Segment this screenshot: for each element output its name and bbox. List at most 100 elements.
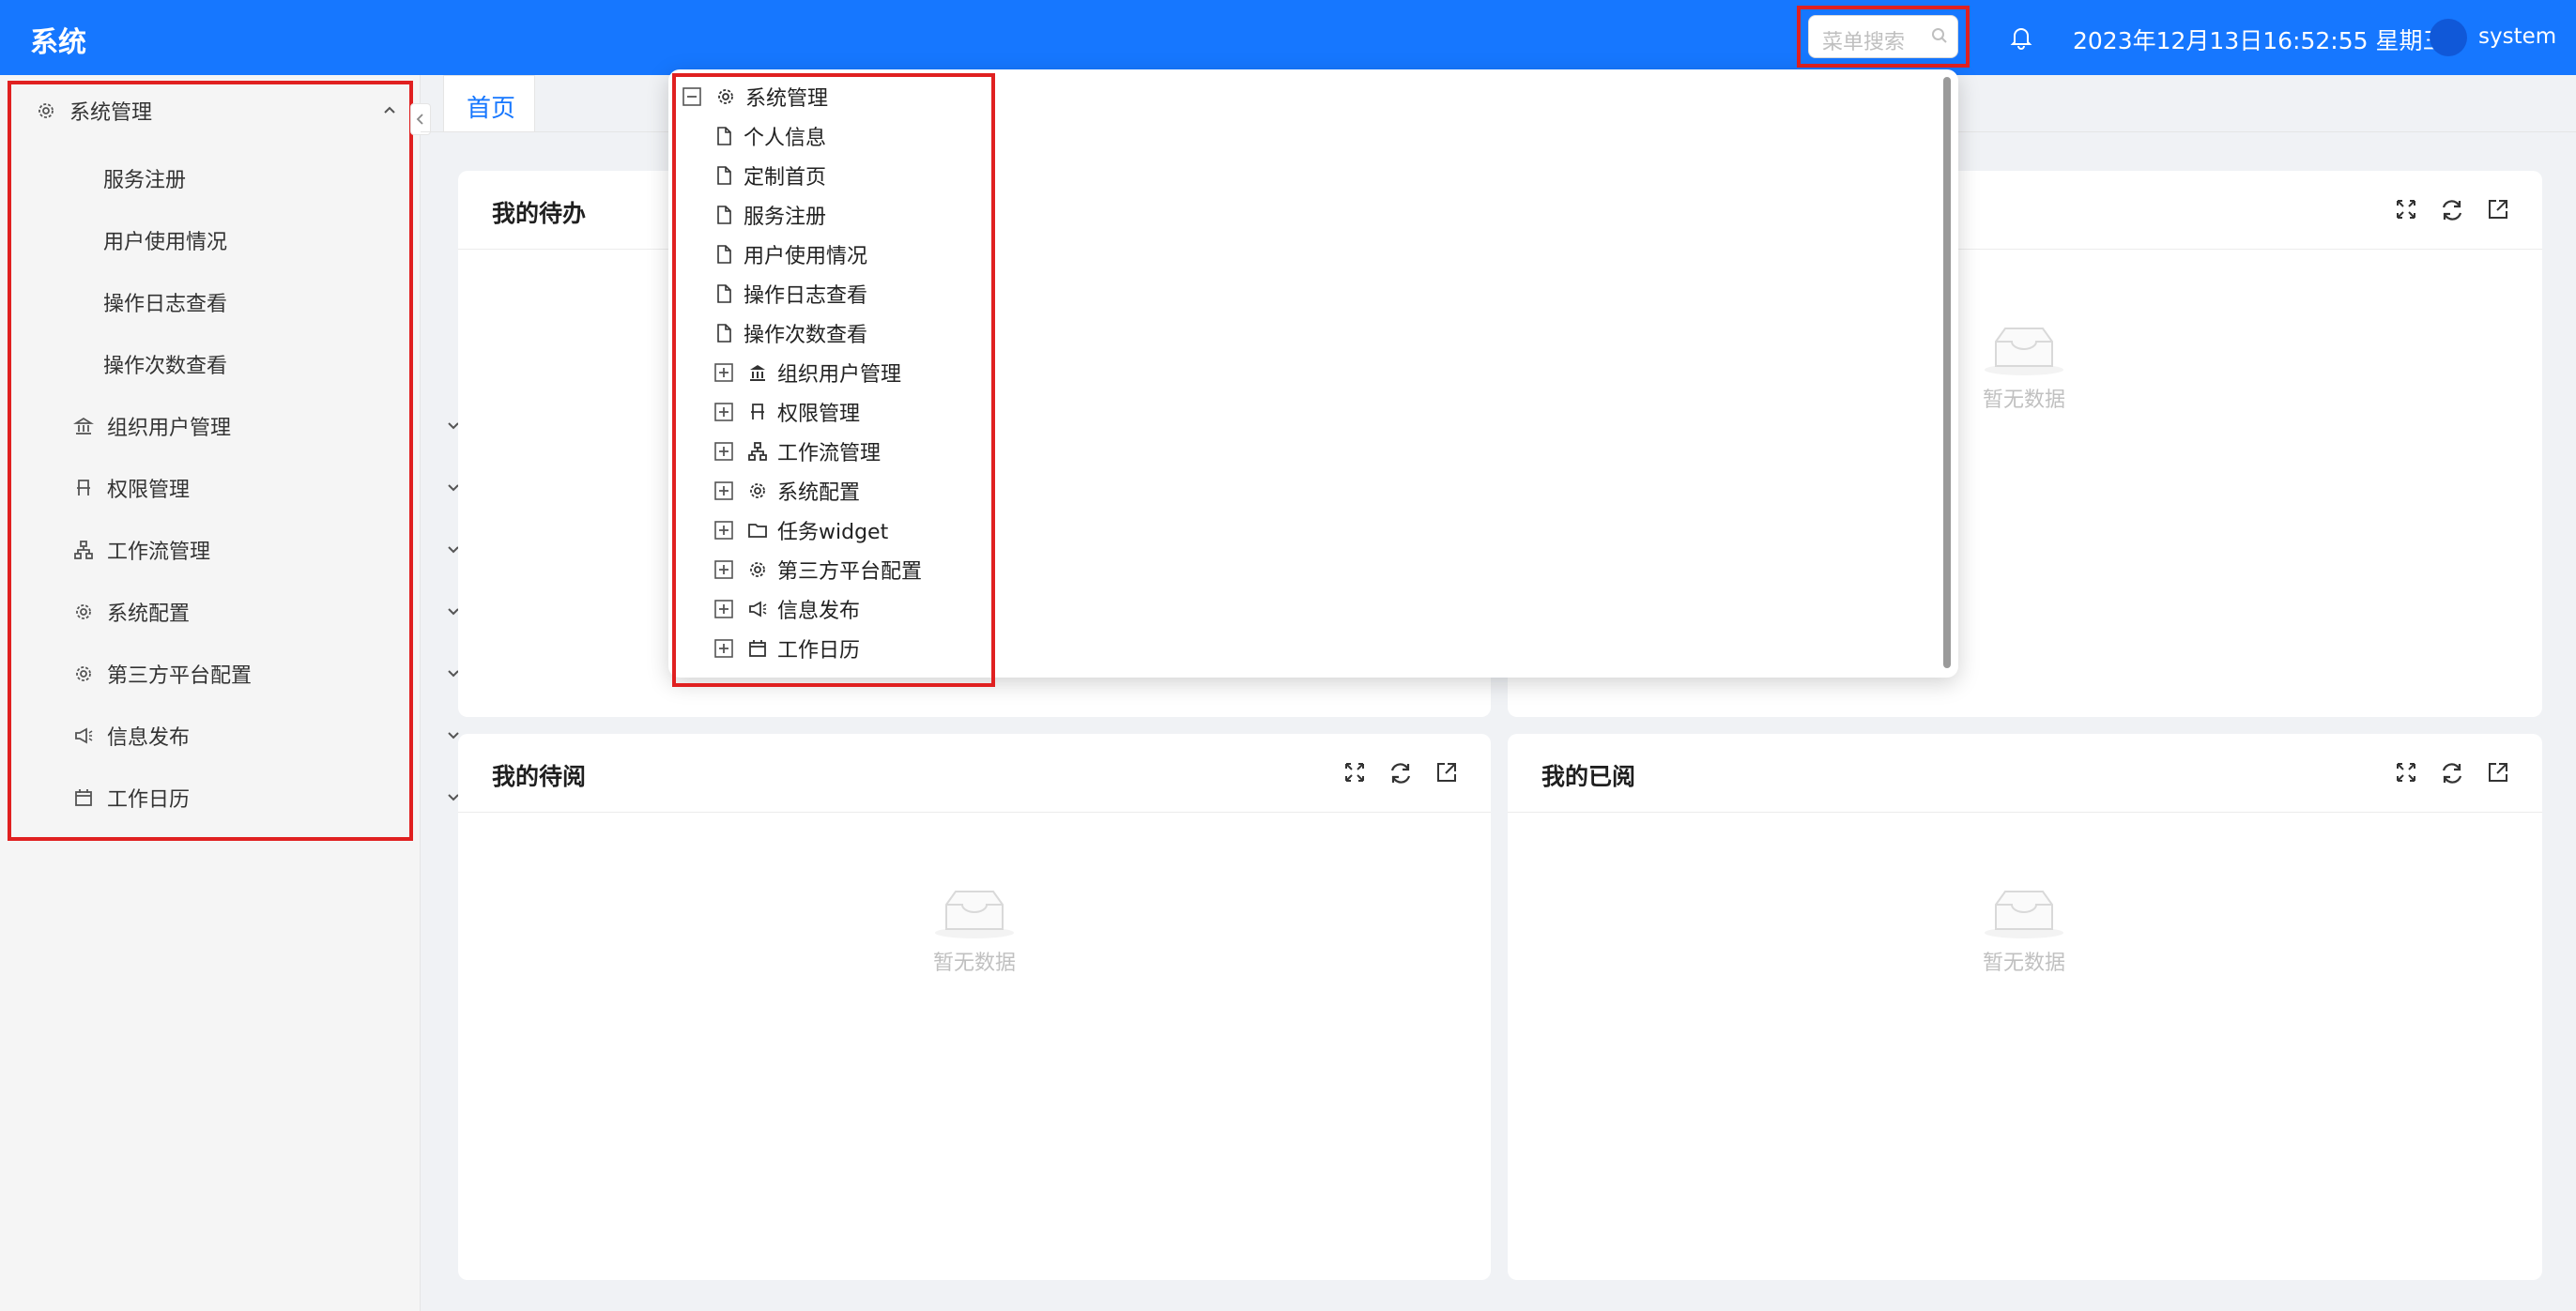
tree-leaf-user-usage[interactable]: 用户使用情况 (713, 235, 867, 274)
tree-leaf-operation-count[interactable]: 操作次数查看 (713, 313, 867, 353)
expand-plus-icon[interactable] (713, 362, 734, 383)
fullscreen-icon[interactable] (2394, 197, 2418, 221)
avatar[interactable] (2430, 19, 2467, 56)
tree-leaf-service-registration[interactable]: 服务注册 (713, 195, 826, 235)
card-my-to-read: 我的待阅 暂无数据 (458, 734, 1491, 1280)
chevron-left-icon (416, 114, 423, 125)
refresh-icon[interactable] (2439, 197, 2465, 223)
tree-node-third-party-config[interactable]: 第三方平台配置 (713, 550, 922, 589)
tree-node-label: 操作日志查看 (744, 284, 868, 308)
tree-node-work-calendar[interactable]: 工作日历 (713, 629, 860, 668)
sidebar-subitem-service-registration[interactable]: 服务注册 (103, 150, 479, 206)
folder-icon (747, 520, 768, 541)
gear-icon (715, 86, 736, 107)
gear-icon (71, 663, 96, 684)
sidebar-item-workflow-management[interactable]: 工作流管理 (71, 522, 459, 578)
sidebar-item-label: 操作日志查看 (103, 293, 228, 316)
refresh-icon[interactable] (2439, 760, 2465, 786)
tree-leaf-custom-home[interactable]: 定制首页 (713, 156, 826, 195)
seat-icon (71, 478, 96, 498)
tree-node-system-management[interactable]: 系统管理 (682, 77, 828, 116)
file-icon (713, 126, 734, 146)
sidebar: 系统管理 服务注册 用户使用情况 操作日志查看 操作次数查看 组织用户管理 权限… (0, 75, 459, 1311)
tree-node-label: 任务widget (777, 521, 889, 544)
tree-node-system-config[interactable]: 系统配置 (713, 471, 860, 511)
fullscreen-icon[interactable] (2394, 760, 2418, 785)
expand-plus-icon[interactable] (713, 520, 734, 541)
tree-node-label: 信息发布 (777, 600, 861, 623)
menu-search-input[interactable]: 菜单搜索 (1808, 15, 1958, 58)
card-title: 我的待阅 (492, 763, 587, 790)
expand-plus-icon[interactable] (713, 638, 734, 659)
gear-icon (34, 100, 58, 121)
expand-plus-icon[interactable] (713, 441, 734, 462)
bell-icon[interactable] (2009, 24, 2033, 51)
sidebar-subitem-operation-count[interactable]: 操作次数查看 (103, 336, 479, 392)
card-title: 我的待办 (492, 200, 587, 227)
expand-plus-icon[interactable] (713, 480, 734, 501)
sidebar-item-org-user-management[interactable]: 组织用户管理 (71, 398, 459, 454)
empty-text: 暂无数据 (1982, 389, 2065, 412)
open-external-icon[interactable] (2486, 197, 2510, 221)
sidebar-item-info-publish[interactable]: 信息发布 (71, 708, 459, 764)
expand-plus-icon[interactable] (713, 559, 734, 580)
tree-leaf-personal-info[interactable]: 个人信息 (713, 116, 826, 156)
org-tree-icon (747, 441, 768, 462)
tree-node-label: 操作次数查看 (744, 324, 868, 347)
app-title: 系统 (30, 26, 86, 59)
sidebar-subitem-user-usage[interactable]: 用户使用情况 (103, 212, 479, 268)
empty-state: 暂无数据 (918, 884, 1031, 976)
empty-inbox-icon (1985, 328, 2063, 375)
empty-text: 暂无数据 (1982, 952, 2065, 975)
sidebar-item-permission-management[interactable]: 权限管理 (71, 460, 459, 516)
expand-plus-icon[interactable] (713, 402, 734, 422)
open-external-icon[interactable] (2486, 760, 2510, 785)
sidebar-item-system-management[interactable]: 系统管理 (34, 83, 409, 139)
datetime-display: 2023年12月13日16:52:55 星期三 (2073, 27, 2446, 54)
top-bar: 系统 菜单搜索 2023年12月13日16:52:55 星期三 system (0, 0, 2576, 75)
username[interactable]: system (2478, 24, 2556, 49)
tree-node-task-widget[interactable]: 任务widget (713, 511, 888, 550)
calendar-icon (71, 787, 96, 808)
tree-leaf-operation-log[interactable]: 操作日志查看 (713, 274, 867, 313)
sidebar-item-label: 信息发布 (107, 726, 191, 750)
sidebar-item-system-config[interactable]: 系统配置 (71, 584, 459, 640)
tree-node-label: 服务注册 (744, 206, 827, 229)
card-tools (1342, 760, 1459, 786)
search-placeholder: 菜单搜索 (1822, 31, 1906, 54)
tree-node-workflow-management[interactable]: 工作流管理 (713, 432, 881, 471)
megaphone-icon (71, 725, 96, 746)
collapse-minus-icon[interactable] (682, 86, 702, 107)
card-title: 我的已阅 (1541, 763, 1636, 790)
sidebar-item-label: 组织用户管理 (107, 417, 232, 440)
expand-plus-icon[interactable] (713, 599, 734, 619)
dropdown-scrollbar[interactable] (1943, 77, 1951, 668)
tree-node-info-publish[interactable]: 信息发布 (713, 589, 860, 629)
sidebar-item-third-party-config[interactable]: 第三方平台配置 (71, 646, 459, 702)
card-tools (2394, 760, 2510, 786)
sidebar-subitem-operation-log[interactable]: 操作日志查看 (103, 274, 479, 330)
tree-node-org-user-management[interactable]: 组织用户管理 (713, 353, 901, 392)
sidebar-item-work-calendar[interactable]: 工作日历 (71, 770, 459, 826)
sidebar-collapse-button[interactable] (410, 103, 431, 135)
sidebar-item-label: 操作次数查看 (103, 355, 228, 378)
menu-search-dropdown: 系统管理 个人信息 定制首页 服务注册 用户使用情况 操作日志查看 操作次数查看… (668, 69, 1958, 678)
sidebar-item-label: 用户使用情况 (103, 231, 228, 254)
open-external-icon[interactable] (1434, 760, 1459, 785)
tree-node-label: 系统管理 (745, 87, 829, 111)
tree-node-label: 第三方平台配置 (777, 560, 923, 584)
sidebar-item-label: 第三方平台配置 (107, 664, 253, 688)
refresh-icon[interactable] (1388, 760, 1414, 786)
fullscreen-icon[interactable] (1342, 760, 1367, 785)
card-tools (2394, 197, 2510, 223)
megaphone-icon (747, 599, 768, 619)
file-icon (713, 283, 734, 304)
file-icon (713, 205, 734, 225)
card-header: 我的已阅 (1508, 734, 2542, 813)
tab-home[interactable]: 首页 (443, 75, 535, 131)
file-icon (713, 244, 734, 265)
tree-node-label: 个人信息 (744, 127, 827, 150)
calendar-icon (747, 638, 768, 659)
sidebar-item-label: 系统管理 (69, 101, 153, 125)
tree-node-permission-management[interactable]: 权限管理 (713, 392, 860, 432)
